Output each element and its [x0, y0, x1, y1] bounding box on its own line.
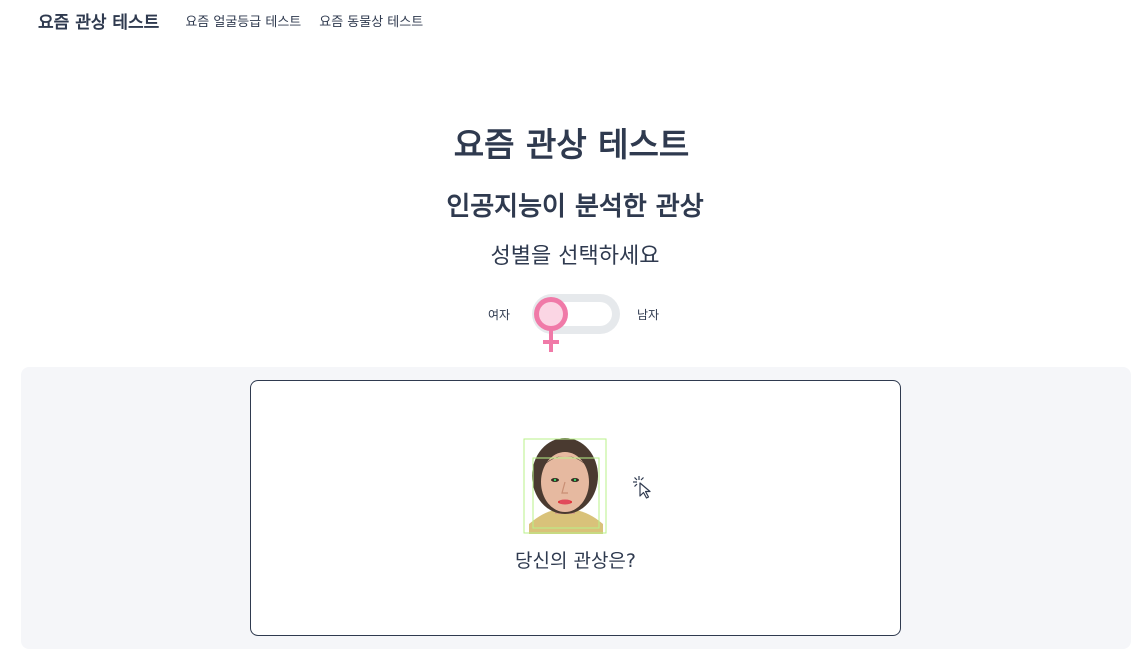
click-cursor-icon	[633, 476, 651, 499]
sample-face-photo	[523, 438, 607, 534]
page-title: 요즘 관상 테스트	[453, 125, 690, 164]
nav-link-animal-face-test[interactable]: 요즘 동물상 테스트	[319, 11, 423, 30]
female-label[interactable]: 여자	[488, 306, 510, 323]
page-subtitle: 인공지능이 분석한 관상	[446, 192, 704, 222]
gender-toggle-switch[interactable]	[530, 292, 622, 356]
male-label[interactable]: 남자	[637, 306, 659, 323]
top-navigation: 요즘 관상 테스트 요즘 얼굴등급 테스트 요즘 동물상 테스트	[38, 8, 441, 33]
nav-link-face-grade-test[interactable]: 요즘 얼굴등급 테스트	[185, 11, 301, 30]
image-upload-area[interactable]: 당신의 관상은?	[250, 380, 901, 636]
brand-link[interactable]: 요즘 관상 테스트	[38, 8, 159, 33]
gender-prompt: 성별을 선택하세요	[490, 244, 660, 269]
result-caption: 당신의 관상은?	[514, 550, 636, 572]
gender-toggle-row: 여자 남자	[0, 292, 1143, 356]
female-symbol-icon	[534, 297, 568, 352]
